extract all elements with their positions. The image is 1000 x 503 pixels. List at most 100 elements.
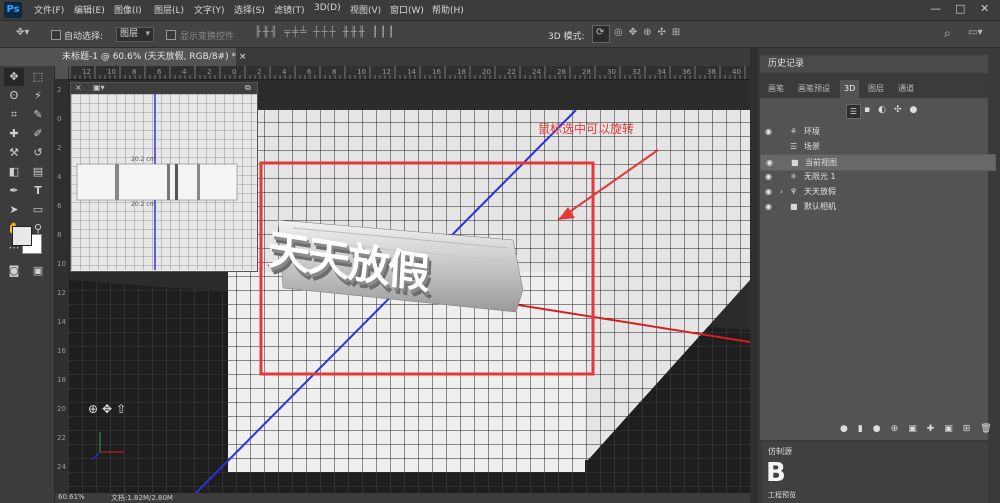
menu-edit[interactable]: 编辑(E) — [74, 3, 105, 16]
visibility-eye-icon[interactable]: ◉ — [765, 199, 772, 214]
magic-wand-icon[interactable]: ⚡ — [28, 87, 48, 105]
filter-icons[interactable]: ▪◐✣● — [864, 105, 925, 115]
scene-item-label: 环境 — [804, 127, 820, 136]
scene-filter-icon[interactable]: ☰ — [846, 104, 861, 119]
mode-3d-label: 3D 模式: — [548, 32, 585, 42]
clone-source-title[interactable]: 仿制源 — [768, 446, 792, 457]
show-transform-checkbox[interactable] — [166, 30, 176, 40]
clone-stamp-icon[interactable]: ⚒ — [4, 144, 24, 162]
secondary-view-close[interactable]: × — [75, 83, 82, 92]
brush-tool-icon[interactable]: ✐ — [28, 125, 48, 143]
ruler-top-label: 4 — [182, 68, 187, 76]
workspace-icon[interactable]: ▭▾ — [968, 27, 982, 38]
canvas-area[interactable]: 天天放假 鼠标选中可以旋转 ⊕✥⇧ × ▣▾ ⧉ 20.2 cm 20.2 cm — [68, 80, 750, 493]
light-icon: ✳ — [790, 172, 797, 181]
document-tab[interactable]: 未标题-1 @ 60.6% (天天放假, RGB/8#) * × — [58, 48, 246, 66]
orbit-icon: ⟳ — [596, 27, 605, 38]
screen-mode-icon[interactable]: ▣ — [28, 262, 48, 280]
tab-channels[interactable]: 通道 — [894, 80, 918, 98]
type-tool-icon[interactable]: T — [28, 182, 48, 200]
scene-item-scene[interactable]: ☰ 场景 — [760, 139, 988, 154]
menu-3d[interactable]: 3D(D) — [314, 3, 341, 13]
doc-size[interactable]: 文档:1.82M/2.80M — [111, 493, 173, 503]
preview-dimension-top: 20.2 cm — [131, 156, 156, 163]
scene-item-label: 天天放假 — [804, 187, 836, 196]
tab-brush[interactable]: 画笔 — [764, 80, 788, 98]
tab-layers[interactable]: 图层 — [864, 80, 888, 98]
camera-icon: ■ — [790, 202, 798, 211]
menu-window[interactable]: 窗口(W) — [390, 3, 424, 16]
ruler-top-label: 6 — [307, 68, 312, 76]
ruler-left-label: 10 — [57, 260, 66, 268]
menu-view[interactable]: 视图(V) — [350, 3, 381, 16]
ruler-top-label: 20 — [482, 68, 491, 76]
menu-image[interactable]: 图像(I) — [114, 3, 142, 16]
swap-view-icon[interactable]: ⧉ — [245, 83, 251, 93]
quick-mask-icon[interactable]: ◙ — [4, 262, 24, 280]
photoshop-logo[interactable]: Ps — [4, 2, 22, 18]
ruler-top-label: 28 — [582, 68, 591, 76]
close-tab-icon[interactable]: × — [239, 52, 247, 62]
move-tool-preset-icon[interactable]: ✥▾ — [16, 27, 29, 38]
ruler-top-label: 8 — [332, 68, 337, 76]
scene-item-infinite-light[interactable]: ◉ ✳ 无限光 1 — [760, 169, 988, 184]
visibility-eye-icon[interactable]: ◉ — [765, 169, 772, 184]
ruler-top-label: 12 — [382, 68, 391, 76]
ruler-top-label: 14 — [407, 68, 416, 76]
visibility-eye-icon[interactable]: ◉ — [766, 155, 773, 170]
menu-help[interactable]: 帮助(H) — [432, 3, 464, 16]
lasso-tool-icon[interactable]: ʘ — [4, 87, 24, 105]
auto-select-checkbox[interactable] — [51, 30, 61, 40]
marquee-tool-icon[interactable]: ⬚ — [28, 68, 48, 86]
3d-navigation-icons[interactable]: ⊕✥⇧ — [88, 402, 130, 416]
ruler-left-label: 22 — [57, 434, 66, 442]
healing-brush-icon[interactable]: ✚ — [4, 125, 24, 143]
ruler-top-label: 8 — [132, 68, 137, 76]
minimize-button[interactable]: — — [930, 2, 941, 15]
show-transform-label: 显示变换控件 — [180, 32, 235, 42]
eraser-icon[interactable]: ◧ — [4, 163, 24, 181]
visibility-eye-icon[interactable]: ◉ — [765, 124, 772, 139]
expand-chevron-icon[interactable]: › — [780, 184, 783, 199]
ruler-left-label: 2 — [57, 144, 62, 152]
move-tool-icon[interactable]: ✥ — [4, 68, 24, 86]
menu-layer[interactable]: 图层(L) — [154, 3, 184, 16]
crop-tool-icon[interactable]: ⌗ — [4, 106, 24, 124]
scene-item-default-camera[interactable]: ◉ ■ 默认相机 — [760, 199, 988, 214]
path-select-icon[interactable]: ➤ — [4, 201, 24, 219]
pen-tool-icon[interactable]: ✒ — [4, 182, 24, 200]
3d-secondary-view[interactable]: × ▣▾ ⧉ 20.2 cm 20.2 cm — [70, 82, 258, 272]
ruler-top-label: 40 — [732, 68, 741, 76]
close-window-button[interactable]: ✕ — [980, 2, 989, 15]
ruler-left-label: 20 — [57, 405, 66, 413]
history-panel-header[interactable]: 历史记录 — [760, 55, 988, 73]
camera-icon: ■ — [791, 158, 799, 167]
ruler-left-label: 2 — [57, 86, 62, 94]
visibility-eye-icon[interactable]: ◉ — [765, 184, 772, 199]
camera-select-icon[interactable]: ▣▾ — [93, 83, 105, 92]
zoom-level[interactable]: 60.61% — [58, 493, 85, 501]
scene-item-environment[interactable]: ◉ ⚘ 环境 — [760, 124, 988, 139]
menu-filter[interactable]: 滤镜(T) — [274, 3, 305, 16]
gradient-tool-icon[interactable]: ▤ — [28, 163, 48, 181]
tab-brush-presets[interactable]: 画笔预设 — [794, 80, 834, 98]
menu-type[interactable]: 文字(Y) — [194, 3, 225, 16]
ruler-top-label: 24 — [532, 68, 541, 76]
tab-3d[interactable]: 3D — [840, 80, 860, 98]
restore-button[interactable]: □ — [955, 2, 965, 15]
eyedropper-icon[interactable]: ✎ — [28, 106, 48, 124]
3d-mode-icons[interactable]: ◎✥⊕✣⊞ — [614, 27, 686, 38]
search-icon[interactable]: ⌕ — [944, 26, 951, 41]
secondary-view-grid — [71, 94, 257, 270]
foreground-color-swatch[interactable] — [12, 226, 32, 246]
menu-select[interactable]: 选择(S) — [234, 3, 265, 16]
menu-file[interactable]: 文件(F) — [34, 3, 64, 16]
ruler-top-label: 2 — [207, 68, 212, 76]
history-brush-icon[interactable]: ↺ — [28, 144, 48, 162]
auto-select-dropdown[interactable]: 图层 ▾ — [116, 27, 154, 42]
align-icons[interactable]: ╟╫╢ ╤╪╧ ┼┼┼ ╫╫╫ ┃┃┃ — [255, 27, 396, 38]
scene-item-mesh[interactable]: ◉ › ♆ 天天放假 — [760, 184, 988, 199]
environment-icon: ⚘ — [790, 127, 798, 136]
shape-tool-icon[interactable]: ▭ — [28, 201, 48, 219]
3d-panel-footer-icons[interactable]: ●▮●⊕▣✚▣⊞🗑 — [840, 424, 1000, 434]
